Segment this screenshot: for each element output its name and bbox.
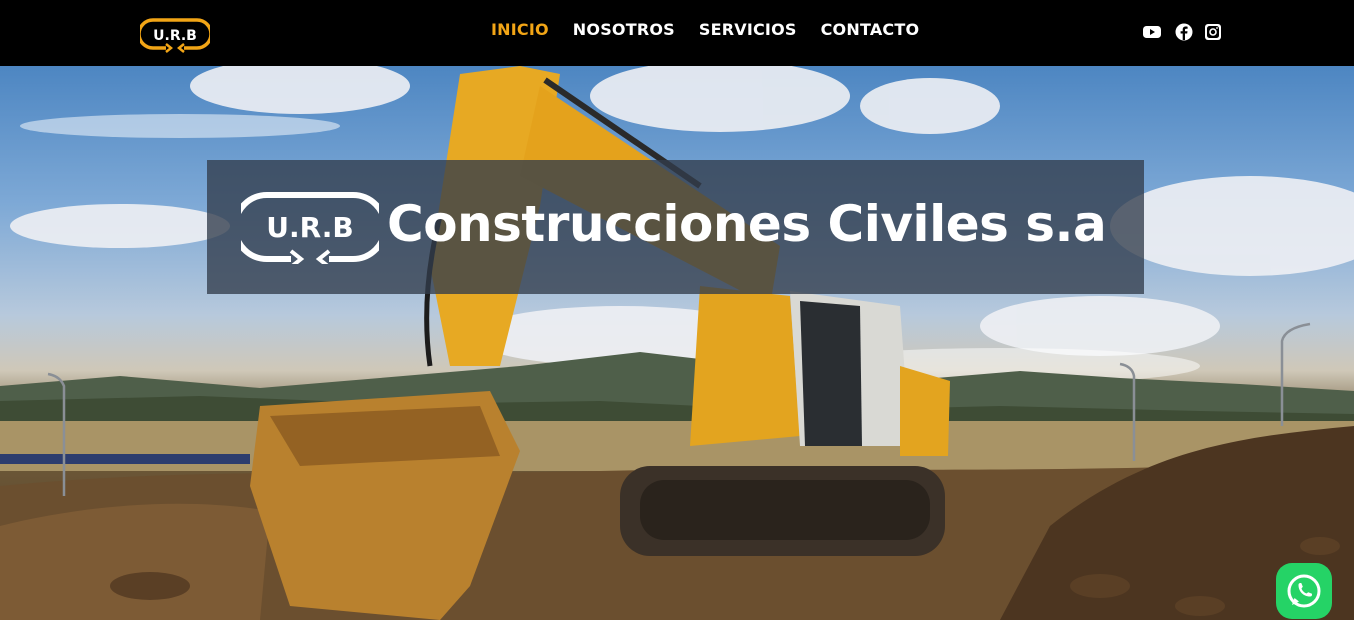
excavator-hero-image [0, 66, 1354, 620]
whatsapp-icon [1287, 574, 1321, 608]
top-navigation: U.R.B INICIO NOSOTROS SERVICIOS CONTACTO [0, 0, 1354, 66]
hero-section: U.R.B Construcciones Civiles s.a [0, 66, 1354, 620]
main-menu: INICIO NOSOTROS SERVICIOS CONTACTO [491, 19, 943, 43]
instagram-icon[interactable] [1204, 23, 1222, 41]
banner-logo-text: U.R.B [266, 211, 353, 244]
logo-text: U.R.B [153, 28, 197, 44]
facebook-icon[interactable] [1175, 23, 1193, 41]
nav-item-nosotros[interactable]: NOSOTROS [573, 19, 675, 43]
nav-item-inicio[interactable]: INICIO [491, 19, 549, 43]
youtube-icon[interactable] [1143, 23, 1161, 41]
whatsapp-button[interactable] [1276, 563, 1332, 619]
brand-logo[interactable]: U.R.B [140, 15, 210, 53]
urb-logo-icon: U.R.B [140, 18, 210, 53]
hero-title: Construcciones Civiles s.a [387, 195, 1107, 253]
hero-title-banner: U.R.B Construcciones Civiles s.a [207, 160, 1144, 294]
nav-item-contacto[interactable]: CONTACTO [821, 19, 920, 43]
nav-item-servicios[interactable]: SERVICIOS [699, 19, 797, 43]
urb-logo-icon: U.R.B [241, 192, 379, 264]
banner-logo: U.R.B [241, 190, 379, 264]
